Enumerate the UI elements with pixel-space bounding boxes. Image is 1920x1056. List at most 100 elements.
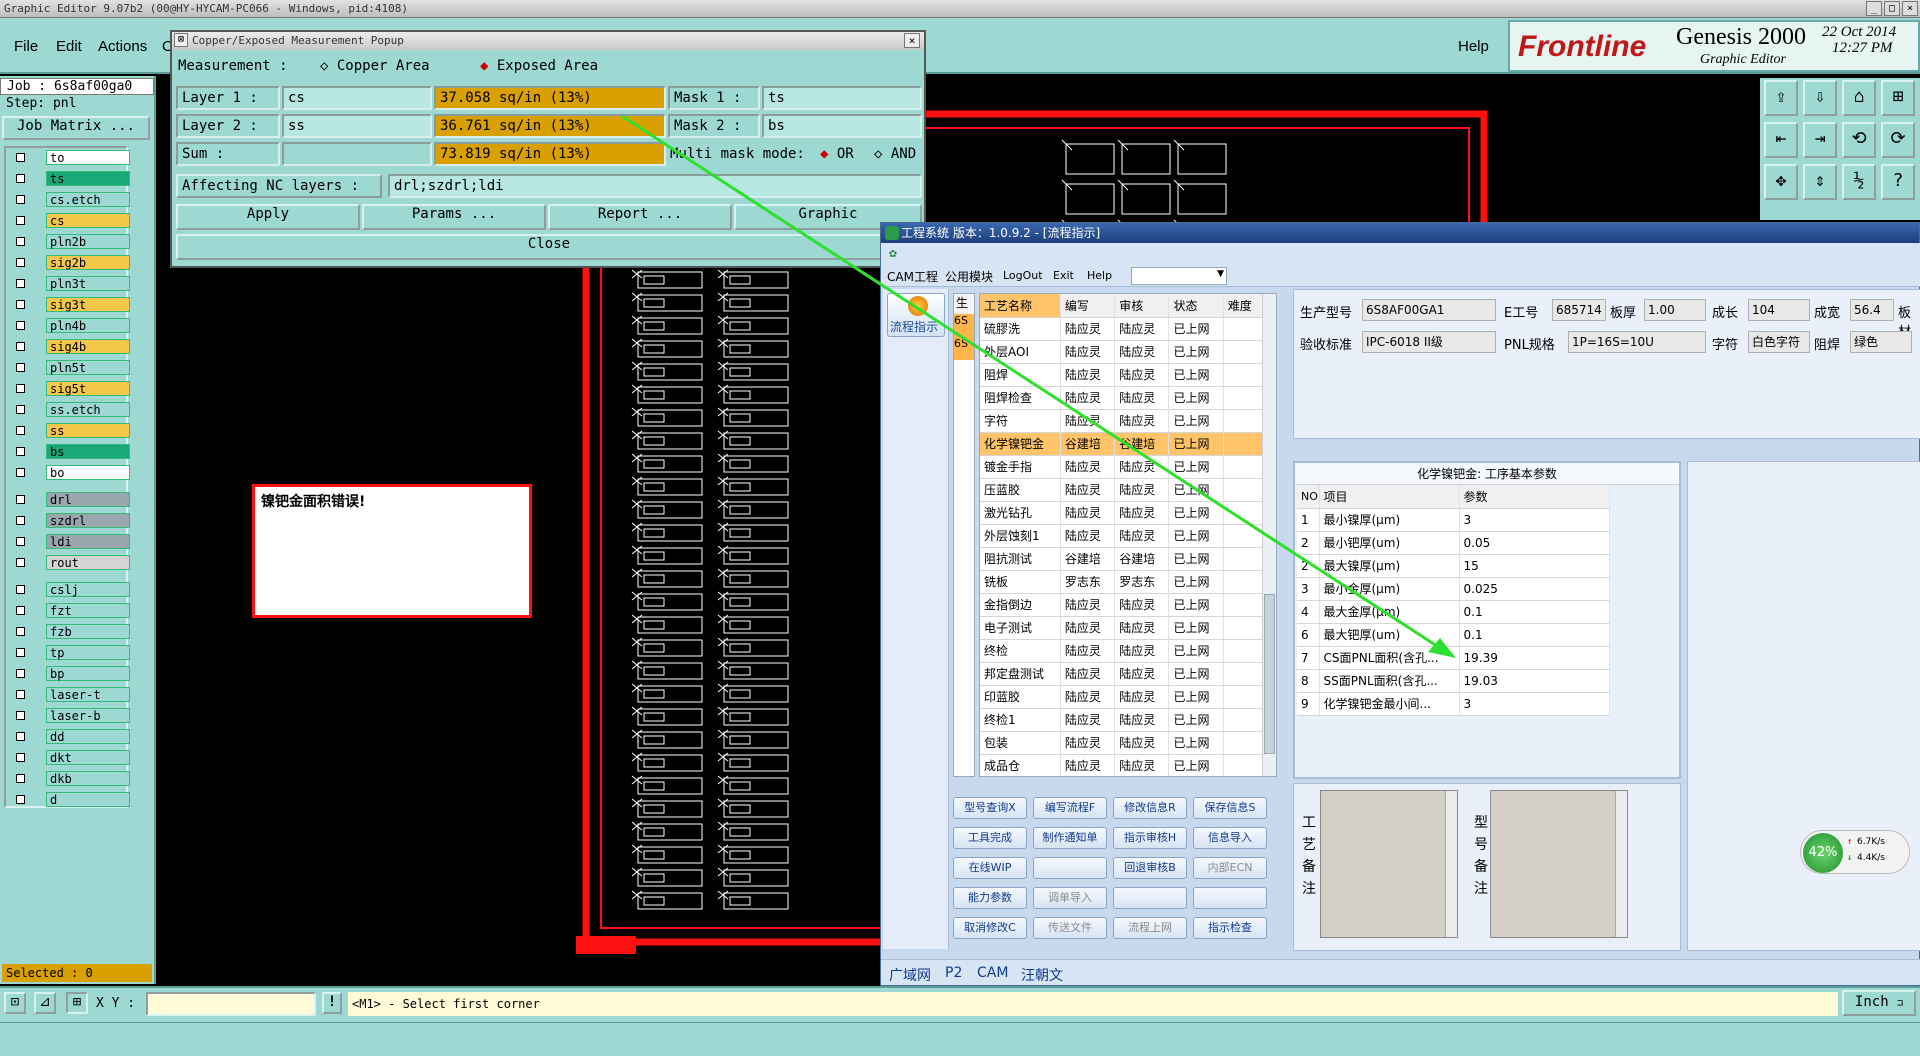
layer-item[interactable]: sig5t — [12, 381, 130, 396]
fit-icon[interactable]: ⇕ — [1803, 164, 1837, 200]
layer-item[interactable]: sig2b — [12, 255, 130, 270]
layer-checkbox[interactable] — [16, 363, 25, 372]
menu-help[interactable]: Help — [1087, 269, 1112, 282]
down-icon[interactable]: ⇩ — [1803, 80, 1837, 116]
grid-tool-icon[interactable]: ⊞ — [66, 992, 88, 1014]
affecting-nc-button[interactable]: Affecting NC layers : — [176, 174, 382, 198]
layer-checkbox[interactable] — [16, 384, 25, 393]
action-button[interactable]: 指示审核H — [1113, 827, 1187, 849]
table-row[interactable]: 金指倒边 陆应灵 陆应灵 已上网 — [980, 593, 1265, 617]
col-writer[interactable]: 编写 — [1060, 294, 1116, 318]
layer-item[interactable]: szdrl — [12, 513, 130, 528]
layer-item[interactable]: cs — [12, 213, 130, 228]
action-button[interactable]: 工具完成 — [953, 827, 1027, 849]
layer-checkbox[interactable] — [16, 516, 25, 525]
maximize-button[interactable]: □ — [1884, 1, 1900, 16]
layer-item[interactable]: d — [12, 792, 130, 807]
action-button[interactable]: 制作通知单 — [1033, 827, 1107, 849]
left-icon[interactable]: ⇤ — [1764, 122, 1798, 158]
mask1-input[interactable]: ts — [762, 86, 922, 110]
right-icon[interactable]: ⇥ — [1803, 122, 1837, 158]
copper-area-radio[interactable]: ◇ Copper Area — [320, 58, 430, 74]
layer-checkbox[interactable] — [16, 300, 25, 309]
col-difficulty[interactable]: 难度 — [1223, 294, 1265, 318]
exposed-area-radio[interactable]: ◆ Exposed Area — [480, 58, 598, 74]
layer-checkbox[interactable] — [16, 558, 25, 567]
col-process-name[interactable]: 工艺名称 — [980, 294, 1061, 318]
layer-item[interactable]: bp — [12, 666, 130, 681]
layer-item[interactable]: sig4b — [12, 339, 130, 354]
layer-item[interactable]: bo — [12, 465, 130, 480]
module-dropdown[interactable]: ▼ — [1131, 267, 1227, 285]
xy-input[interactable] — [146, 992, 316, 1016]
layer-checkbox[interactable] — [16, 690, 25, 699]
note-scrollbar[interactable] — [1615, 791, 1627, 937]
process-note-textarea[interactable] — [1320, 790, 1458, 938]
flow-guide-button[interactable]: 流程指示 — [887, 293, 945, 337]
process-scrollbar[interactable] — [1262, 294, 1276, 776]
tab-cam[interactable]: CAM — [977, 965, 1008, 981]
layer-item[interactable]: pln3t — [12, 276, 130, 291]
table-row[interactable]: 外层蚀刻1 陆应灵 陆应灵 已上网 — [980, 524, 1265, 548]
params-button[interactable]: Params ... — [362, 204, 546, 230]
home-icon[interactable]: ⌂ — [1842, 80, 1876, 116]
layer-checkbox[interactable] — [16, 711, 25, 720]
layer-checkbox[interactable] — [16, 753, 25, 762]
menu-logout[interactable]: LogOut — [1003, 269, 1043, 282]
measure-tool-icon[interactable]: ⊿ — [34, 992, 56, 1014]
action-button[interactable]: 取消修改C — [953, 917, 1027, 939]
menu-public[interactable]: 公用模块 — [945, 268, 993, 285]
pan-icon[interactable]: ✥ — [1764, 164, 1798, 200]
grid-icon[interactable]: ⊞ — [1881, 80, 1915, 116]
table-row[interactable]: 邦定盘测试 陆应灵 陆应灵 已上网 — [980, 662, 1265, 686]
action-button[interactable]: 能力参数 — [953, 887, 1027, 909]
model-narrow-list[interactable]: 生 6S 6S — [953, 293, 975, 777]
action-button[interactable]: 在线WIP — [953, 857, 1027, 879]
menu-cam[interactable]: CAM工程 — [887, 268, 938, 285]
layer1-input[interactable]: cs — [282, 86, 432, 110]
col-reviewer[interactable]: 审核 — [1114, 294, 1170, 318]
job-matrix-button[interactable]: Job Matrix ... — [2, 116, 150, 140]
layer-checkbox[interactable] — [16, 342, 25, 351]
table-row[interactable]: 终检 陆应灵 陆应灵 已上网 — [980, 639, 1265, 663]
layer-checkbox[interactable] — [16, 627, 25, 636]
menu-exit[interactable]: Exit — [1053, 269, 1074, 282]
close-window-button[interactable]: × — [1902, 1, 1918, 16]
action-button[interactable] — [1113, 887, 1187, 909]
layer-item[interactable]: fzt — [12, 603, 130, 618]
up-icon[interactable]: ⇪ — [1764, 80, 1798, 116]
net-speed-widget[interactable]: 42% ↑ 6.7K/s ↓ 4.4K/s — [1800, 830, 1910, 874]
layer-item[interactable]: bs — [12, 444, 130, 459]
action-button[interactable]: 传送文件 — [1033, 917, 1107, 939]
param-row[interactable]: 1 最小镍厚(μm) 3 — [1297, 508, 1610, 532]
col-status[interactable]: 状态 — [1168, 294, 1224, 318]
popup-close-icon[interactable]: × — [904, 33, 920, 48]
table-row[interactable]: 阻焊 陆应灵 陆应灵 已上网 — [980, 363, 1265, 387]
scroll-thumb[interactable] — [1264, 594, 1275, 754]
menu-actions[interactable]: Actions — [98, 38, 147, 55]
layer-item[interactable]: pln4b — [12, 318, 130, 333]
half-icon[interactable]: ½ — [1842, 164, 1876, 200]
param-row[interactable]: 2 最小钯厚(um) 0.05 — [1297, 531, 1610, 555]
alert-icon[interactable]: ! — [322, 992, 342, 1014]
layer-checkbox[interactable] — [16, 732, 25, 741]
redo-icon[interactable]: ⟳ — [1881, 122, 1915, 158]
tab-wan[interactable]: 广域网 — [889, 965, 931, 985]
layer-item[interactable]: cslj — [12, 582, 130, 597]
action-button[interactable]: 回退审核B — [1113, 857, 1187, 879]
layer-item[interactable]: tp — [12, 645, 130, 660]
table-row[interactable]: 镀金手指 陆应灵 陆应灵 已上网 — [980, 455, 1265, 479]
param-row[interactable]: 7 CS面PNL面积(含孔... 19.39 — [1297, 646, 1610, 670]
action-button[interactable]: 信息导入 — [1193, 827, 1267, 849]
action-button[interactable] — [1033, 857, 1107, 879]
layer-checkbox[interactable] — [16, 774, 25, 783]
layer-checkbox[interactable] — [16, 648, 25, 657]
table-row[interactable]: 压蓝胶 陆应灵 陆应灵 已上网 — [980, 478, 1265, 502]
tab-p2[interactable]: P2 — [945, 965, 962, 981]
layer-item[interactable]: ss.etch — [12, 402, 130, 417]
action-button[interactable] — [1193, 887, 1267, 909]
layer-item[interactable]: drl — [12, 492, 130, 507]
param-row[interactable]: 4 最大金厚(μm) 0.1 — [1297, 600, 1610, 624]
layer-checkbox[interactable] — [16, 585, 25, 594]
note-scrollbar[interactable] — [1445, 791, 1457, 937]
